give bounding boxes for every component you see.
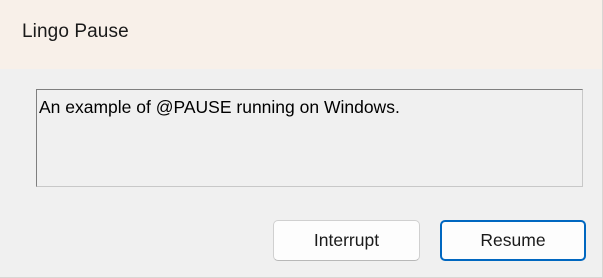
lingo-pause-dialog: Lingo Pause An example of @PAUSE running… [0, 0, 603, 278]
window-title: Lingo Pause [22, 20, 129, 42]
interrupt-button[interactable]: Interrupt [273, 220, 420, 261]
dialog-client-area: An example of @PAUSE running on Windows.… [0, 69, 602, 277]
resume-button[interactable]: Resume [440, 220, 586, 261]
message-box: An example of @PAUSE running on Windows. [36, 89, 583, 187]
title-bar[interactable]: Lingo Pause [0, 0, 602, 69]
message-text: An example of @PAUSE running on Windows. [39, 97, 400, 117]
